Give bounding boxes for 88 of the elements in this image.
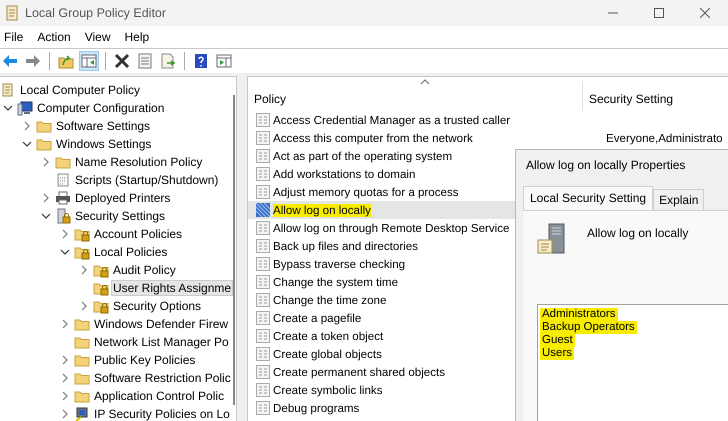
policy-icon (256, 221, 270, 235)
script-icon (55, 172, 71, 188)
tree-item[interactable]: Local Computer Policy (19, 83, 142, 97)
computer-icon (17, 100, 33, 116)
policy-icon (256, 311, 270, 325)
list-item[interactable]: Administrators (540, 308, 618, 321)
policy-icon (256, 401, 270, 415)
policy-icon (256, 293, 270, 307)
column-header[interactable]: Security Setting (582, 81, 674, 111)
table-cell: Debug programs (273, 402, 360, 414)
policy-name: Allow log on locally (587, 225, 688, 242)
menu-item[interactable]: View (82, 30, 118, 44)
table-row[interactable]: Change the system time (248, 273, 728, 291)
sort-caret-icon (420, 79, 430, 85)
table-cell: Create global objects (273, 348, 382, 360)
tree-item[interactable]: Audit Policy (112, 263, 177, 277)
table-cell: Allow log on locally (273, 204, 371, 216)
tree-item[interactable]: Windows Defender Firew (93, 317, 230, 331)
list-item[interactable]: Backup Operators (540, 321, 637, 334)
server-icon (537, 223, 567, 255)
table-cell: Change the system time (273, 276, 398, 288)
tree-item[interactable]: Windows Settings (55, 137, 152, 151)
security-icon (55, 208, 71, 224)
table-row[interactable]: Access Credential Manager as a trusted caller (248, 111, 728, 129)
maximize-icon[interactable] (654, 8, 664, 18)
tree-item[interactable]: IP Security Policies on Lo (93, 407, 231, 421)
table-cell: Change the time zone (273, 294, 386, 306)
policy-icon (256, 329, 270, 343)
tree-item[interactable]: Scripts (Startup/Shutdown) (74, 173, 220, 187)
menu-item[interactable]: File (2, 30, 32, 44)
policy-icon (256, 365, 270, 379)
scrollbar[interactable] (233, 95, 235, 405)
delete-toolbar-button[interactable] (112, 51, 132, 71)
table-cell: Access Credential Manager as a trusted caller (273, 114, 510, 126)
tree-item[interactable]: Security Settings (74, 209, 166, 223)
tree-item[interactable]: Network List Manager Po (93, 335, 230, 349)
close-icon[interactable] (700, 8, 710, 18)
tree-item[interactable]: Software Settings (55, 119, 152, 133)
policy-icon (256, 257, 270, 271)
table-row[interactable]: Bypass traverse checking (248, 255, 728, 273)
menu-item[interactable]: Action (35, 30, 79, 44)
policy-icon (256, 149, 270, 163)
table-row[interactable]: Allow log on locally (248, 201, 515, 219)
ip-security-icon (74, 406, 90, 421)
policy-icon (256, 203, 270, 217)
tab[interactable]: Local Security Setting (523, 186, 654, 210)
policy-icon (256, 131, 270, 145)
tree-item[interactable]: Software Restriction Polic (93, 371, 232, 385)
tree-item[interactable]: Computer Configuration (36, 101, 166, 115)
tree-item[interactable]: User Rights Assignme (112, 281, 232, 295)
tree-toggle-toolbar-button[interactable] (79, 51, 99, 71)
table-cell: Bypass traverse checking (273, 258, 406, 270)
members-list[interactable]: Administrators Backup Operators Guest Users (537, 304, 728, 421)
policy-icon (256, 167, 270, 181)
policy-icon (256, 347, 270, 361)
policy-icon (256, 113, 270, 127)
policy-icon (256, 239, 270, 253)
tree-item[interactable]: Public Key Policies (93, 353, 196, 367)
table-cell: Create a token object (273, 330, 384, 342)
table-cell: Add workstations to domain (273, 168, 416, 180)
window-title: Local Group Policy Editor (25, 6, 168, 20)
list-item[interactable]: Users (540, 347, 574, 360)
table-cell-text: Everyone,Administrato (605, 132, 723, 144)
tree-item[interactable]: Deployed Printers (74, 191, 172, 205)
column-header[interactable]: Policy (248, 77, 582, 111)
table-cell: Create symbolic links (273, 384, 383, 396)
table-row[interactable]: Access this computer from the network Everyone,Administrato (248, 129, 728, 147)
table-cell: Adjust memory quotas for a process (273, 186, 459, 198)
table-cell: Back up files and directories (273, 240, 418, 252)
list-item[interactable]: Guest (540, 334, 575, 347)
table-cell: Act as part of the operating system (273, 150, 452, 162)
table-cell: Create a pagefile (273, 312, 362, 324)
tree-item[interactable]: Account Policies (93, 227, 184, 241)
policy-icon (256, 275, 270, 289)
policy-icon (256, 383, 270, 397)
table-cell: Allow log on through Remote Desktop Service (273, 222, 510, 234)
table-cell: Create permanent shared objects (273, 366, 446, 378)
policy-icon (256, 185, 270, 199)
app-icon (5, 5, 19, 21)
menu-item[interactable]: Help (122, 30, 158, 44)
table-cell: Access this computer from the network (273, 132, 473, 144)
tree-item[interactable]: Name Resolution Policy (74, 155, 204, 169)
printer-icon (55, 190, 71, 206)
tree-item[interactable]: Security Options (112, 299, 202, 313)
tree-item[interactable]: Local Policies (93, 245, 168, 259)
dialog-title: Allow log on locally Properties (525, 157, 686, 174)
tree-item[interactable]: Application Control Polic (93, 389, 226, 403)
tab[interactable]: Explain (653, 189, 704, 210)
